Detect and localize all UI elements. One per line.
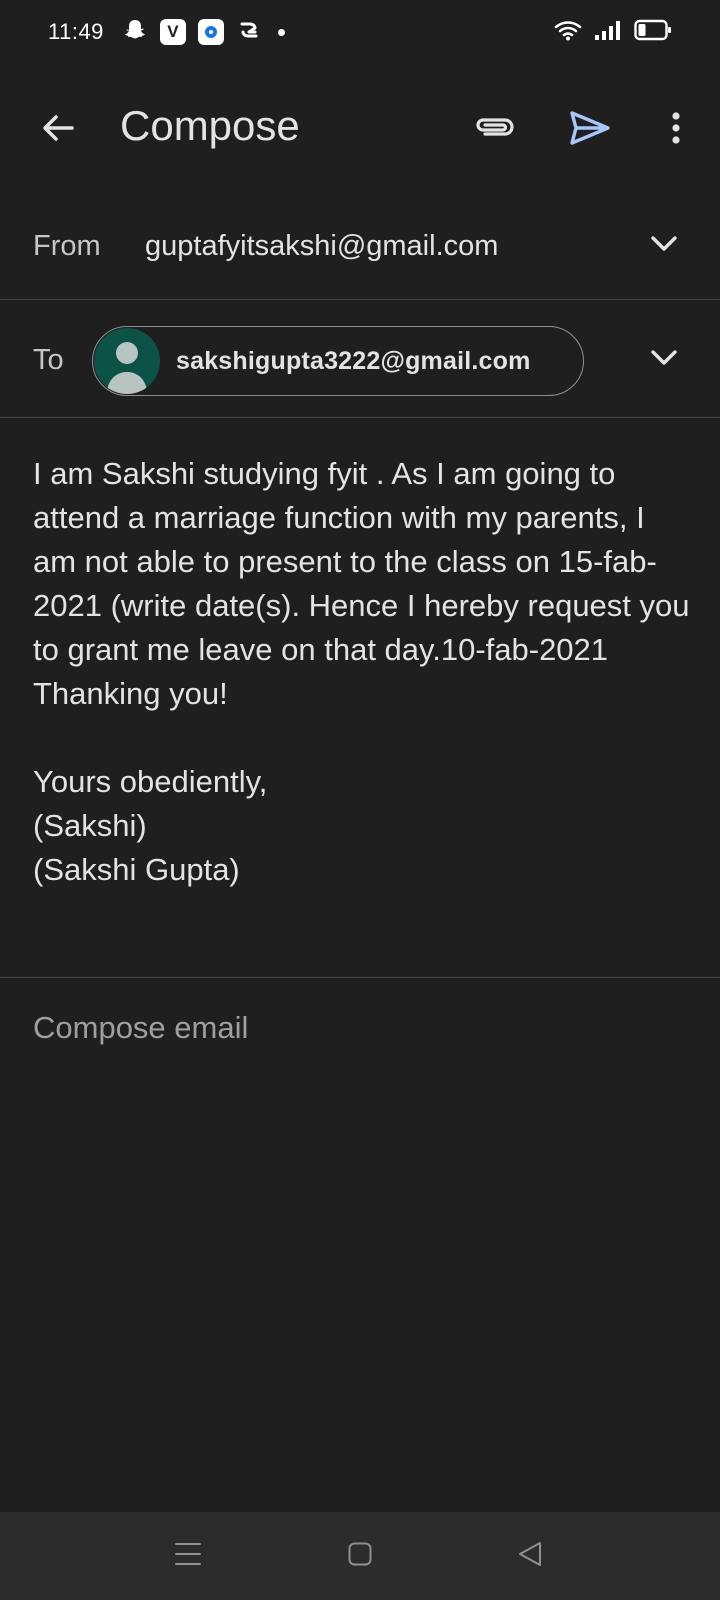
from-expand-button[interactable] <box>646 228 682 264</box>
wifi-icon <box>554 19 582 46</box>
compose-toolbar: Compose <box>0 86 720 172</box>
to-row: To sakshigupta3222@gmail.com <box>0 300 720 418</box>
sharechat-icon <box>236 17 262 48</box>
body-closing: Yours obediently, <box>33 764 268 799</box>
chevron-down-icon <box>650 235 678 258</box>
person-icon <box>107 342 147 394</box>
battery-icon <box>634 19 672 46</box>
compose-email-input[interactable]: Compose email <box>33 1010 248 1046</box>
to-label: To <box>33 344 64 376</box>
send-icon <box>569 110 611 151</box>
chevron-down-icon <box>650 349 678 372</box>
back-icon <box>518 1541 542 1572</box>
system-nav-bar <box>0 1512 720 1600</box>
from-label: From <box>33 230 101 262</box>
status-app-icons: V <box>122 17 285 48</box>
body-divider <box>0 977 720 978</box>
page-title: Compose <box>120 102 300 149</box>
body-signature-fullname: (Sakshi Gupta) <box>33 852 240 887</box>
back-button[interactable] <box>36 108 80 152</box>
send-button[interactable] <box>566 106 614 154</box>
notification-dot-icon <box>277 28 285 36</box>
menu-icon <box>175 1542 201 1571</box>
nav-back-button[interactable] <box>508 1534 552 1578</box>
signal-icon <box>197 19 224 45</box>
more-vert-icon <box>670 110 682 151</box>
status-right <box>554 19 672 46</box>
recipient-chip[interactable]: sakshigupta3222@gmail.com <box>92 326 584 396</box>
snapchat-icon <box>122 17 148 48</box>
attach-button[interactable] <box>470 108 518 152</box>
home-button[interactable] <box>338 1534 382 1578</box>
from-email[interactable]: guptafyitsakshi@gmail.com <box>145 230 498 263</box>
more-options-button[interactable] <box>652 106 700 154</box>
cell-signal-icon <box>594 19 622 46</box>
paperclip-icon <box>473 114 515 147</box>
recipient-email: sakshigupta3222@gmail.com <box>176 346 531 375</box>
avatar <box>94 328 160 394</box>
vk-icon: V <box>159 19 186 45</box>
from-row: From guptafyitsakshi@gmail.com <box>0 190 720 300</box>
status-time: 11:49 <box>48 19 104 44</box>
email-body[interactable]: I am Sakshi studying fyit . As I am goin… <box>33 452 693 892</box>
recents-button[interactable] <box>166 1534 210 1578</box>
to-expand-button[interactable] <box>646 342 682 378</box>
status-bar: 11:49 V <box>0 0 720 64</box>
body-paragraph: I am Sakshi studying fyit . As I am goin… <box>33 456 690 711</box>
body-signature-name: (Sakshi) <box>33 808 147 843</box>
back-arrow-icon <box>40 110 76 151</box>
home-icon <box>348 1542 372 1571</box>
